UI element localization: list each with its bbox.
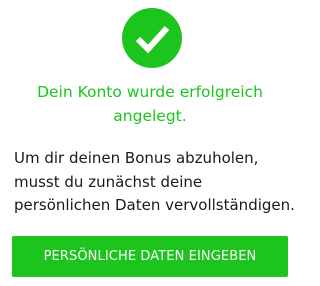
enter-personal-data-button[interactable]: PERSÖNLICHE DATEN EINGEBEN <box>12 236 288 277</box>
account-created-card: Dein Konto wurde erfolgreich angelegt. U… <box>0 0 300 286</box>
success-title: Dein Konto wurde erfolgreich angelegt. <box>37 83 263 125</box>
check-icon <box>122 8 182 68</box>
bonus-info-text: Um dir deinen Bonus abzuholen, musst du … <box>14 149 295 214</box>
